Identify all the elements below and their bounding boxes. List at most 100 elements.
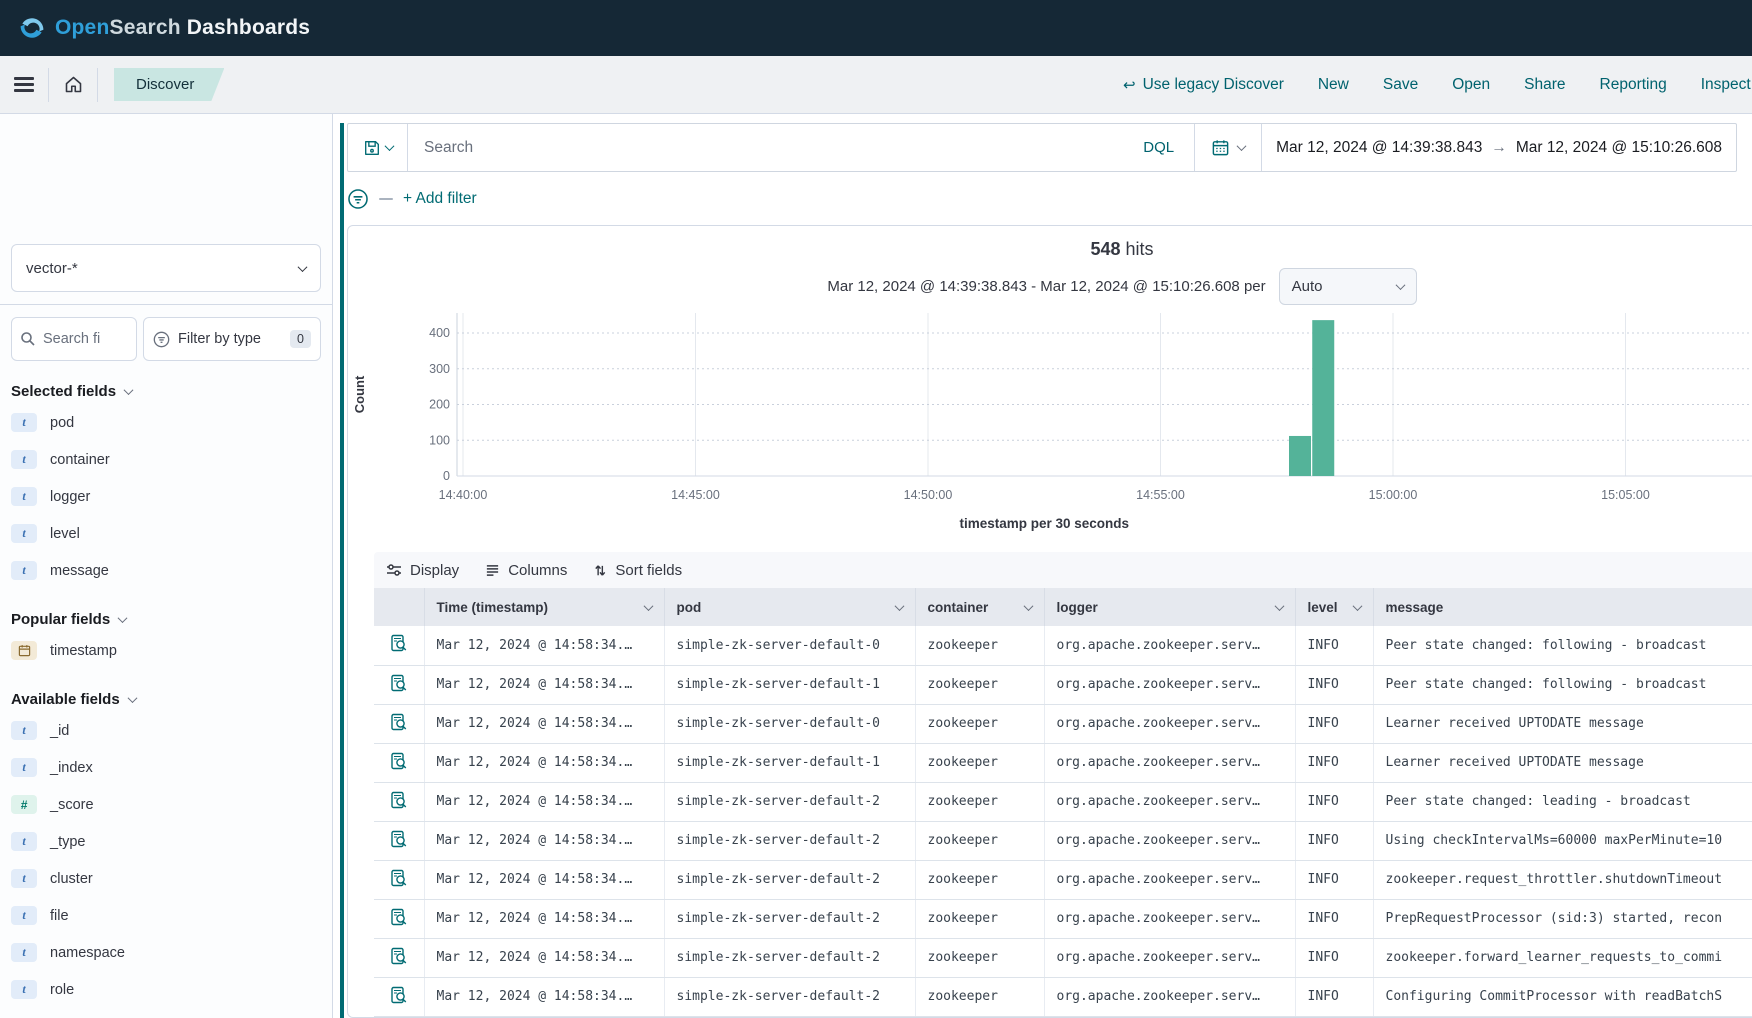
expand-document-icon[interactable] bbox=[374, 938, 424, 977]
field-name: _id bbox=[50, 723, 69, 739]
cell-logger: org.apache.zookeeper.serv… bbox=[1044, 860, 1295, 899]
expand-document-icon[interactable] bbox=[374, 899, 424, 938]
search-fields-input[interactable] bbox=[11, 317, 137, 361]
index-pattern-select[interactable]: vector-* bbox=[11, 244, 321, 292]
field-name: container bbox=[50, 452, 110, 468]
cell-message: Learner received UPTODATE message bbox=[1373, 743, 1752, 782]
section-header-selected-fields[interactable]: Selected fields bbox=[0, 361, 332, 404]
expand-document-icon[interactable] bbox=[374, 821, 424, 860]
date-from[interactable]: Mar 12, 2024 @ 14:39:38.843 bbox=[1276, 139, 1482, 157]
column-header-pod[interactable]: pod bbox=[664, 588, 915, 626]
expand-document-icon[interactable] bbox=[374, 626, 424, 665]
home-icon[interactable] bbox=[49, 56, 97, 113]
field-item-namespace[interactable]: tnamespace bbox=[0, 934, 332, 971]
cell-time: Mar 12, 2024 @ 14:58:34.… bbox=[424, 977, 664, 1016]
display-button[interactable]: Display bbox=[386, 562, 459, 579]
cell-container: zookeeper bbox=[915, 821, 1044, 860]
add-filter-button[interactable]: + Add filter bbox=[403, 190, 477, 208]
date-to[interactable]: Mar 12, 2024 @ 15:10:26.608 bbox=[1516, 139, 1722, 157]
menu-icon[interactable] bbox=[0, 56, 48, 113]
string-type-icon: t bbox=[11, 524, 37, 543]
toolbar-action-save[interactable]: Save bbox=[1383, 76, 1418, 94]
cell-message: Peer state changed: following - broadcas… bbox=[1373, 665, 1752, 704]
svg-text:Count: Count bbox=[352, 375, 367, 413]
field-item-_score[interactable]: #_score bbox=[0, 786, 332, 823]
section-header-available-fields[interactable]: Available fields bbox=[0, 669, 332, 712]
query-bar: DQL Mar 12, 2024 @ 14:39:38.843 → Mar 12… bbox=[347, 123, 1737, 172]
hits-header: 548 hits bbox=[348, 226, 1752, 260]
sort-fields-button[interactable]: Sort fields bbox=[593, 562, 682, 579]
field-item-_id[interactable]: t_id bbox=[0, 712, 332, 749]
save-icon bbox=[363, 139, 381, 157]
field-item-pod[interactable]: tpod bbox=[0, 404, 332, 441]
string-type-icon: t bbox=[11, 450, 37, 469]
toolbar-actions: ↩Use legacy Discover New Save Open Share Repo… bbox=[1123, 56, 1751, 113]
histogram-bar[interactable] bbox=[1312, 320, 1334, 476]
string-type-icon: t bbox=[11, 869, 37, 888]
chevron-down-icon bbox=[1352, 601, 1362, 611]
cell-message: Peer state changed: leading - broadcast bbox=[1373, 782, 1752, 821]
saved-query-button[interactable] bbox=[348, 124, 408, 171]
columns-button[interactable]: Columns bbox=[485, 562, 567, 579]
cell-time: Mar 12, 2024 @ 14:58:34.… bbox=[424, 626, 664, 665]
column-header-logger[interactable]: logger bbox=[1044, 588, 1295, 626]
cell-level: INFO bbox=[1295, 665, 1373, 704]
field-item-logger[interactable]: tlogger bbox=[0, 478, 332, 515]
expand-document-icon[interactable] bbox=[374, 704, 424, 743]
expand-document-icon[interactable] bbox=[374, 860, 424, 899]
dql-button[interactable]: DQL bbox=[1123, 124, 1195, 171]
cell-message: Peer state changed: following - broadcas… bbox=[1373, 626, 1752, 665]
search-input[interactable] bbox=[424, 139, 1107, 157]
cell-container: zookeeper bbox=[915, 938, 1044, 977]
field-name: logger bbox=[50, 489, 90, 505]
date-picker-button[interactable] bbox=[1195, 124, 1262, 171]
field-item-_type[interactable]: t_type bbox=[0, 823, 332, 860]
expand-document-icon[interactable] bbox=[374, 977, 424, 1016]
field-item-_index[interactable]: t_index bbox=[0, 749, 332, 786]
field-item-container[interactable]: t container bbox=[0, 441, 332, 478]
toolbar-action-new[interactable]: New bbox=[1318, 76, 1349, 94]
field-item-message[interactable]: tmessage bbox=[0, 552, 332, 589]
expand-document-icon[interactable] bbox=[374, 743, 424, 782]
filter-circle-icon[interactable] bbox=[347, 188, 369, 210]
cell-time: Mar 12, 2024 @ 14:58:34.… bbox=[424, 821, 664, 860]
cell-message: zookeeper.request_throttler.shutdownTime… bbox=[1373, 860, 1752, 899]
field-item-level[interactable]: tlevel bbox=[0, 515, 332, 552]
expand-document-icon[interactable] bbox=[374, 665, 424, 704]
section-header-popular-fields[interactable]: Popular fields bbox=[0, 589, 332, 632]
column-header-container[interactable]: container bbox=[915, 588, 1044, 626]
column-header-level[interactable]: level bbox=[1295, 588, 1373, 626]
toolbar-action-reporting[interactable]: Reporting bbox=[1600, 76, 1667, 94]
field-name: level bbox=[50, 526, 80, 542]
columns-icon bbox=[485, 563, 500, 578]
field-name: timestamp bbox=[50, 643, 117, 659]
filter-count-badge: 0 bbox=[290, 330, 311, 348]
interval-select[interactable]: Auto bbox=[1279, 268, 1417, 305]
toolbar-action-open[interactable]: Open bbox=[1452, 76, 1490, 94]
filter-by-type-button[interactable]: Filter by type 0 bbox=[143, 317, 321, 361]
field-item-role[interactable]: trole bbox=[0, 971, 332, 1008]
svg-text:400: 400 bbox=[429, 326, 450, 340]
date-range[interactable]: Mar 12, 2024 @ 14:39:38.843 → Mar 12, 20… bbox=[1262, 124, 1736, 171]
expand-document-icon[interactable] bbox=[374, 782, 424, 821]
search-fields-field[interactable] bbox=[43, 331, 113, 347]
histogram-bar[interactable] bbox=[1289, 436, 1311, 476]
field-item-file[interactable]: tfile bbox=[0, 897, 332, 934]
field-item-timestamp[interactable]: timestamp bbox=[0, 632, 332, 669]
chevron-down-icon bbox=[643, 601, 653, 611]
field-item-cluster[interactable]: tcluster bbox=[0, 860, 332, 897]
search-icon bbox=[20, 331, 36, 347]
toolbar-action-inspect[interactable]: Inspect bbox=[1701, 76, 1751, 94]
breadcrumb[interactable]: Discover bbox=[114, 68, 224, 101]
histogram-chart[interactable]: 010020030040014:40:0014:45:0014:50:0014:… bbox=[348, 311, 1752, 536]
cell-message: PrepRequestProcessor (sid:3) started, re… bbox=[1373, 899, 1752, 938]
histogram-svg[interactable]: 010020030040014:40:0014:45:0014:50:0014:… bbox=[348, 311, 1752, 531]
toolbar-action-use-legacy-discover[interactable]: ↩Use legacy Discover bbox=[1123, 76, 1284, 94]
cell-container: zookeeper bbox=[915, 977, 1044, 1016]
cell-level: INFO bbox=[1295, 938, 1373, 977]
column-header-time-timestamp-[interactable]: Time (timestamp) bbox=[424, 588, 664, 626]
toolbar-action-share[interactable]: Share bbox=[1524, 76, 1565, 94]
opensearch-brand: OpenSearch Dashboards bbox=[18, 14, 310, 42]
column-header-message[interactable]: message bbox=[1373, 588, 1752, 626]
table-row: Mar 12, 2024 @ 14:58:34.…simple-zk-serve… bbox=[374, 899, 1752, 938]
